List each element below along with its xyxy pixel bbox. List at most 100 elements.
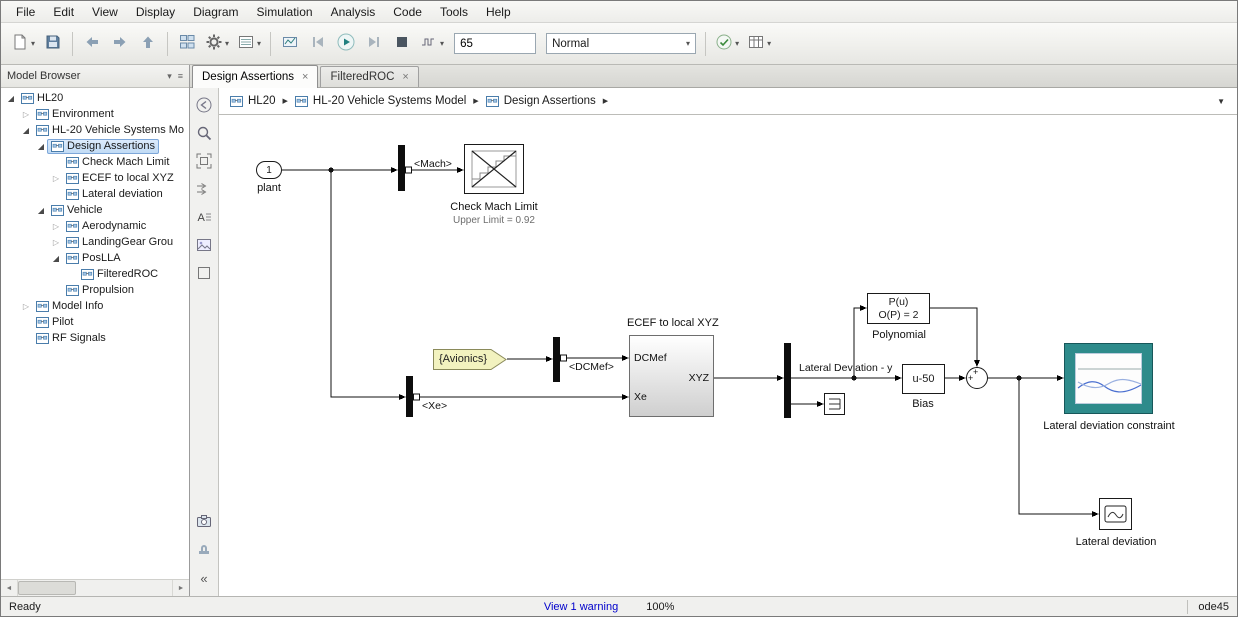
tree-item-content[interactable]: Design Assertions [47,138,160,154]
tree-item-poslla[interactable]: ◢ PosLLA [1,250,189,266]
tree-item-content[interactable]: Check Mach Limit [62,155,173,170]
close-icon[interactable]: × [402,71,408,83]
browser-hscrollbar[interactable]: ◄ ► [1,579,189,596]
stop-button[interactable] [389,31,415,57]
tree-collapsed-icon[interactable]: ▷ [50,222,62,231]
tree-item-content[interactable]: PosLLA [62,251,125,266]
tree-item-filteredroc[interactable]: FilteredROC [1,266,189,282]
stepping-options-button[interactable] [277,31,303,57]
tab-design-assertions[interactable]: Design Assertions × [192,65,319,88]
breadcrumb-item-hl-20-vehicle-systems-model[interactable]: HL-20 Vehicle Systems Model [292,93,469,109]
lateral-deviation-block[interactable] [1099,498,1132,530]
tree-item-content[interactable]: Propulsion [62,283,138,298]
tree-item-aerodynamic[interactable]: ▷ Aerodynamic [1,218,189,234]
update-diagram-button[interactable]: ▾ [712,31,742,57]
tree-expanded-icon[interactable]: ◢ [20,126,32,135]
new-model-button[interactable]: ▾ [8,31,38,57]
library-browser-button[interactable] [174,31,200,57]
browser-options-icon[interactable]: ▾ [167,71,172,82]
annotation-button[interactable]: A [192,206,216,230]
browser-menu-icon[interactable]: ≡ [178,71,183,82]
tree-expanded-icon[interactable]: ◢ [35,142,47,151]
tree-item-vehicle[interactable]: ◢ Vehicle [1,202,189,218]
avionics-tag-block[interactable]: {Avionics} [433,349,507,370]
tree-item-landinggear-grou[interactable]: ▷ LandingGear Grou [1,234,189,250]
model-explorer-button[interactable]: ▾ [234,31,264,57]
tree-item-content[interactable]: FilteredROC [77,267,162,282]
tree-item-model-info[interactable]: ▷ Model Info [1,298,189,314]
menu-code[interactable]: Code [384,2,431,22]
tree-item-environment[interactable]: ▷ Environment [1,106,189,122]
menu-tools[interactable]: Tools [431,2,477,22]
breadcrumb-item-design-assertions[interactable]: Design Assertions [483,93,599,109]
polynomial-block[interactable]: P(u) O(P) = 2 [867,293,930,324]
tree-item-content[interactable]: ECEF to local XYZ [62,171,178,186]
run-button[interactable] [333,31,359,57]
tree-item-design-assertions[interactable]: ◢ Design Assertions [1,138,189,154]
tree-item-content[interactable]: Pilot [32,315,77,330]
inport-block[interactable]: 1 [256,161,282,179]
menu-help[interactable]: Help [477,2,520,22]
tab-filteredroc[interactable]: FilteredROC × [320,66,419,87]
scrollbar-track[interactable] [18,580,172,596]
tree-expanded-icon[interactable]: ◢ [5,94,17,103]
tree-item-pilot[interactable]: Pilot [1,314,189,330]
up-to-parent-button[interactable] [135,31,161,57]
fit-to-view-button[interactable] [192,150,216,174]
tree-item-content[interactable]: RF Signals [32,331,110,346]
scroll-right-icon[interactable]: ► [172,580,189,596]
menu-file[interactable]: File [7,2,44,22]
simulation-mode-select[interactable]: Normal ▾ [546,33,697,54]
tree-item-lateral-deviation[interactable]: Lateral deviation [1,186,189,202]
tree-item-hl-20-vehicle-systems-mo[interactable]: ◢ HL-20 Vehicle Systems Mo [1,122,189,138]
tree-item-content[interactable]: Lateral deviation [62,187,167,202]
menu-display[interactable]: Display [127,2,184,22]
lateral-deviation-constraint-block[interactable] [1064,343,1153,414]
back-button[interactable] [79,31,105,57]
tree-collapsed-icon[interactable]: ▷ [50,174,62,183]
model-configuration-button[interactable]: ▾ [202,31,232,57]
tree-expanded-icon[interactable]: ◢ [50,254,62,263]
simulation-pacing-button[interactable]: ▾ [417,31,447,57]
viewmark-camera-button[interactable] [192,510,216,534]
tree-item-content[interactable]: Vehicle [47,203,106,218]
bus-selector-dcmef[interactable] [553,337,560,382]
check-mach-limit-block[interactable] [464,144,524,194]
bus-selector-xe[interactable] [406,376,413,417]
close-icon[interactable]: × [302,71,308,83]
menu-edit[interactable]: Edit [44,2,83,22]
forward-arrows-button[interactable] [192,178,216,202]
tree-item-content[interactable]: Model Info [32,299,107,314]
bus-selector-mach[interactable] [398,145,405,191]
menu-simulation[interactable]: Simulation [248,2,322,22]
menu-diagram[interactable]: Diagram [184,2,247,22]
tree-item-content[interactable]: HL20 [17,91,67,106]
ecef-to-local-xyz-block[interactable]: DCMef Xe XYZ [629,335,714,417]
tree-item-rf-signals[interactable]: RF Signals [1,330,189,346]
scroll-left-icon[interactable]: ◄ [1,580,18,596]
menu-analysis[interactable]: Analysis [322,2,385,22]
step-back-button[interactable] [305,31,331,57]
tree-item-content[interactable]: HL-20 Vehicle Systems Mo [32,123,188,138]
tree-item-ecef-to-local-xyz[interactable]: ▷ ECEF to local XYZ [1,170,189,186]
area-button[interactable] [192,262,216,286]
tree-item-content[interactable]: Environment [32,107,118,122]
scrollbar-thumb[interactable] [18,581,76,595]
stop-time-input[interactable] [454,33,537,54]
stamp-button[interactable] [192,538,216,562]
zoom-button[interactable] [192,122,216,146]
menu-view[interactable]: View [83,2,127,22]
tree-collapsed-icon[interactable]: ▷ [20,110,32,119]
build-button[interactable]: ▾ [744,31,774,57]
tree-item-content[interactable]: LandingGear Grou [62,235,177,250]
collapse-button[interactable]: « [192,566,216,590]
step-forward-button[interactable] [361,31,387,57]
diagram-canvas[interactable]: 1 plant <Mach> <DCMef> <Xe> Lateral Devi… [219,115,1237,596]
image-button[interactable] [192,234,216,258]
breadcrumb-dropdown-icon[interactable]: ▼ [1213,97,1229,106]
forward-button[interactable] [107,31,133,57]
demux-bar[interactable] [784,343,791,418]
explorer-bar-toggle-button[interactable] [192,94,216,118]
tree-item-hl20[interactable]: ◢ HL20 [1,90,189,106]
save-button[interactable] [40,31,66,57]
